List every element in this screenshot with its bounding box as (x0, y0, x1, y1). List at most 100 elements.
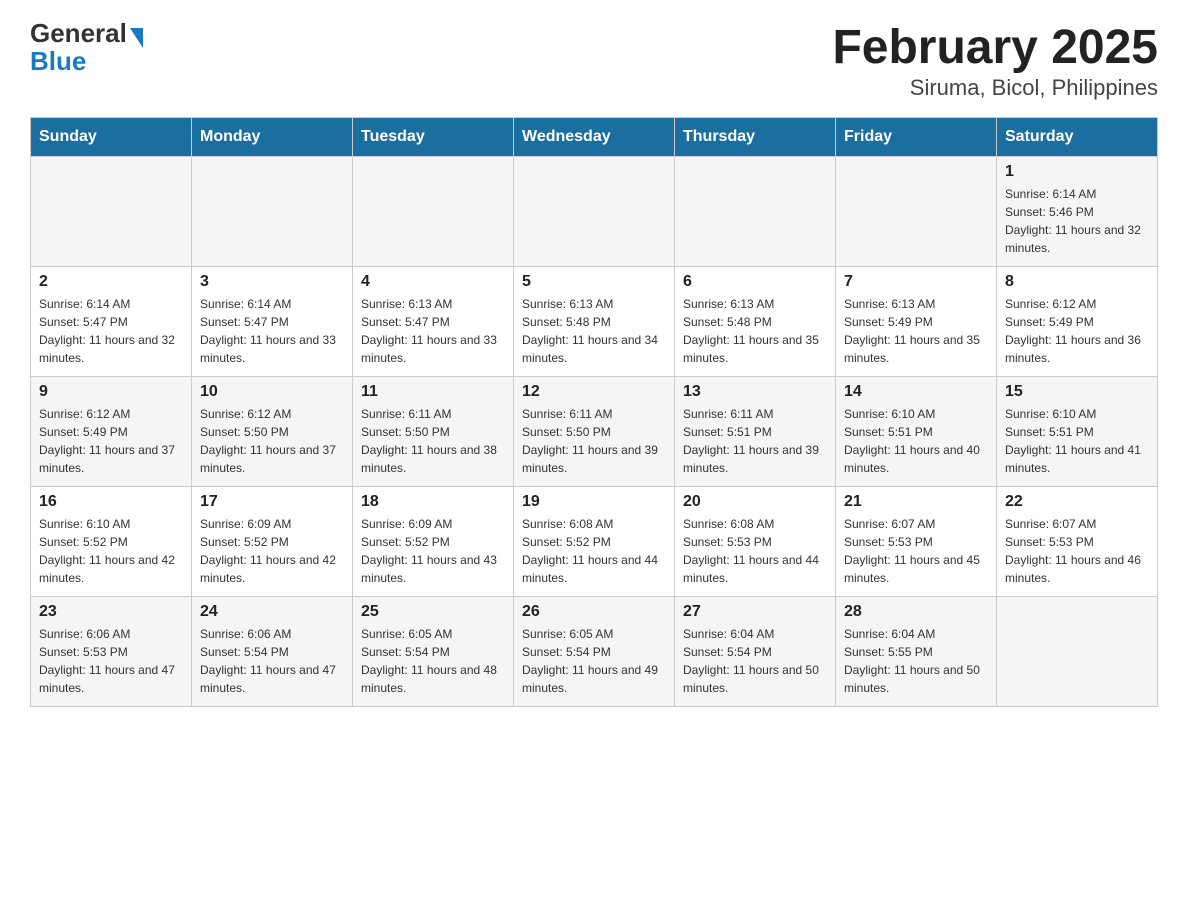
day-info: Sunrise: 6:09 AM Sunset: 5:52 PM Dayligh… (200, 515, 344, 587)
day-number: 27 (683, 603, 827, 621)
day-info: Sunrise: 6:06 AM Sunset: 5:54 PM Dayligh… (200, 625, 344, 697)
day-info: Sunrise: 6:04 AM Sunset: 5:55 PM Dayligh… (844, 625, 988, 697)
weekday-header-thursday: Thursday (675, 118, 836, 157)
day-number: 24 (200, 603, 344, 621)
day-info: Sunrise: 6:14 AM Sunset: 5:47 PM Dayligh… (39, 295, 183, 367)
day-info: Sunrise: 6:08 AM Sunset: 5:52 PM Dayligh… (522, 515, 666, 587)
day-number: 18 (361, 493, 505, 511)
day-number: 4 (361, 273, 505, 291)
day-number: 1 (1005, 163, 1149, 181)
day-number: 16 (39, 493, 183, 511)
logo-general-text: General (30, 18, 127, 48)
day-number: 13 (683, 383, 827, 401)
calendar-week-row: 23 Sunrise: 6:06 AM Sunset: 5:53 PM Dayli… (31, 597, 1158, 707)
calendar-day-24: 24 Sunrise: 6:06 AM Sunset: 5:54 PM Dayli… (192, 597, 353, 707)
calendar-empty-cell (192, 157, 353, 267)
day-number: 14 (844, 383, 988, 401)
calendar-empty-cell (514, 157, 675, 267)
day-number: 2 (39, 273, 183, 291)
calendar-subtitle: Siruma, Bicol, Philippines (832, 75, 1158, 101)
logo-triangle-icon (130, 28, 143, 48)
day-number: 21 (844, 493, 988, 511)
calendar-day-11: 11 Sunrise: 6:11 AM Sunset: 5:50 PM Dayli… (353, 377, 514, 487)
day-info: Sunrise: 6:09 AM Sunset: 5:52 PM Dayligh… (361, 515, 505, 587)
calendar-title: February 2025 (832, 20, 1158, 75)
calendar-day-1: 1 Sunrise: 6:14 AM Sunset: 5:46 PM Daylig… (997, 157, 1158, 267)
day-number: 17 (200, 493, 344, 511)
day-number: 3 (200, 273, 344, 291)
day-number: 15 (1005, 383, 1149, 401)
calendar-empty-cell (675, 157, 836, 267)
calendar-header-row: SundayMondayTuesdayWednesdayThursdayFrid… (31, 118, 1158, 157)
calendar-day-4: 4Sunrise: 6:13 AM Sunset: 5:47 PM Daylig… (353, 267, 514, 377)
day-info: Sunrise: 6:11 AM Sunset: 5:50 PM Dayligh… (361, 405, 505, 477)
calendar-day-17: 17 Sunrise: 6:09 AM Sunset: 5:52 PM Dayli… (192, 487, 353, 597)
day-info: Sunrise: 6:07 AM Sunset: 5:53 PM Dayligh… (844, 515, 988, 587)
day-info: Sunrise: 6:14 AM Sunset: 5:47 PM Dayligh… (200, 295, 344, 367)
weekday-header-sunday: Sunday (31, 118, 192, 157)
day-info: Sunrise: 6:07 AM Sunset: 5:53 PM Dayligh… (1005, 515, 1149, 587)
calendar-day-20: 20 Sunrise: 6:08 AM Sunset: 5:53 PM Dayli… (675, 487, 836, 597)
day-info: Sunrise: 6:14 AM Sunset: 5:46 PM Dayligh… (1005, 185, 1149, 257)
day-number: 5 (522, 273, 666, 291)
calendar-day-9: 9 Sunrise: 6:12 AM Sunset: 5:49 PM Daylig… (31, 377, 192, 487)
calendar-day-6: 6 Sunrise: 6:13 AM Sunset: 5:48 PM Daylig… (675, 267, 836, 377)
day-info: Sunrise: 6:10 AM Sunset: 5:52 PM Dayligh… (39, 515, 183, 587)
calendar-day-23: 23 Sunrise: 6:06 AM Sunset: 5:53 PM Dayli… (31, 597, 192, 707)
calendar-empty-cell (836, 157, 997, 267)
day-number: 10 (200, 383, 344, 401)
day-info: Sunrise: 6:12 AM Sunset: 5:49 PM Dayligh… (39, 405, 183, 477)
calendar-day-5: 5Sunrise: 6:13 AM Sunset: 5:48 PM Daylig… (514, 267, 675, 377)
calendar-day-16: 16 Sunrise: 6:10 AM Sunset: 5:52 PM Dayli… (31, 487, 192, 597)
day-number: 8 (1005, 273, 1149, 291)
day-info: Sunrise: 6:13 AM Sunset: 5:49 PM Dayligh… (844, 295, 988, 367)
calendar-day-22: 22 Sunrise: 6:07 AM Sunset: 5:53 PM Dayli… (997, 487, 1158, 597)
day-number: 9 (39, 383, 183, 401)
day-info: Sunrise: 6:13 AM Sunset: 5:48 PM Dayligh… (683, 295, 827, 367)
calendar-day-27: 27 Sunrise: 6:04 AM Sunset: 5:54 PM Dayli… (675, 597, 836, 707)
day-info: Sunrise: 6:11 AM Sunset: 5:50 PM Dayligh… (522, 405, 666, 477)
weekday-header-wednesday: Wednesday (514, 118, 675, 157)
day-info: Sunrise: 6:08 AM Sunset: 5:53 PM Dayligh… (683, 515, 827, 587)
day-info: Sunrise: 6:11 AM Sunset: 5:51 PM Dayligh… (683, 405, 827, 477)
calendar-day-14: 14Sunrise: 6:10 AM Sunset: 5:51 PM Dayli… (836, 377, 997, 487)
calendar-table: SundayMondayTuesdayWednesdayThursdayFrid… (30, 117, 1158, 707)
calendar-day-12: 12 Sunrise: 6:11 AM Sunset: 5:50 PM Dayli… (514, 377, 675, 487)
weekday-header-tuesday: Tuesday (353, 118, 514, 157)
calendar-day-8: 8 Sunrise: 6:12 AM Sunset: 5:49 PM Daylig… (997, 267, 1158, 377)
day-info: Sunrise: 6:10 AM Sunset: 5:51 PM Dayligh… (1005, 405, 1149, 477)
day-info: Sunrise: 6:04 AM Sunset: 5:54 PM Dayligh… (683, 625, 827, 697)
day-number: 22 (1005, 493, 1149, 511)
calendar-day-19: 19Sunrise: 6:08 AM Sunset: 5:52 PM Dayli… (514, 487, 675, 597)
day-number: 25 (361, 603, 505, 621)
day-info: Sunrise: 6:05 AM Sunset: 5:54 PM Dayligh… (361, 625, 505, 697)
day-info: Sunrise: 6:05 AM Sunset: 5:54 PM Dayligh… (522, 625, 666, 697)
logo-blue-text: Blue (30, 46, 86, 76)
calendar-empty-cell (353, 157, 514, 267)
day-number: 20 (683, 493, 827, 511)
weekday-header-friday: Friday (836, 118, 997, 157)
calendar-empty-cell (31, 157, 192, 267)
day-number: 6 (683, 273, 827, 291)
calendar-week-row: 1 Sunrise: 6:14 AM Sunset: 5:46 PM Daylig… (31, 157, 1158, 267)
calendar-day-7: 7 Sunrise: 6:13 AM Sunset: 5:49 PM Daylig… (836, 267, 997, 377)
title-block: February 2025 Siruma, Bicol, Philippines (832, 20, 1158, 101)
weekday-header-saturday: Saturday (997, 118, 1158, 157)
calendar-empty-cell (997, 597, 1158, 707)
day-info: Sunrise: 6:12 AM Sunset: 5:49 PM Dayligh… (1005, 295, 1149, 367)
day-number: 23 (39, 603, 183, 621)
calendar-day-15: 15 Sunrise: 6:10 AM Sunset: 5:51 PM Dayli… (997, 377, 1158, 487)
day-number: 11 (361, 383, 505, 401)
calendar-day-18: 18 Sunrise: 6:09 AM Sunset: 5:52 PM Dayli… (353, 487, 514, 597)
logo: General Blue (30, 20, 143, 74)
day-number: 28 (844, 603, 988, 621)
day-number: 12 (522, 383, 666, 401)
day-number: 7 (844, 273, 988, 291)
calendar-day-21: 21 Sunrise: 6:07 AM Sunset: 5:53 PM Dayli… (836, 487, 997, 597)
calendar-day-13: 13 Sunrise: 6:11 AM Sunset: 5:51 PM Dayli… (675, 377, 836, 487)
calendar-week-row: 9 Sunrise: 6:12 AM Sunset: 5:49 PM Daylig… (31, 377, 1158, 487)
day-info: Sunrise: 6:06 AM Sunset: 5:53 PM Dayligh… (39, 625, 183, 697)
calendar-week-row: 2 Sunrise: 6:14 AM Sunset: 5:47 PM Daylig… (31, 267, 1158, 377)
calendar-day-28: 28 Sunrise: 6:04 AM Sunset: 5:55 PM Dayli… (836, 597, 997, 707)
day-number: 26 (522, 603, 666, 621)
